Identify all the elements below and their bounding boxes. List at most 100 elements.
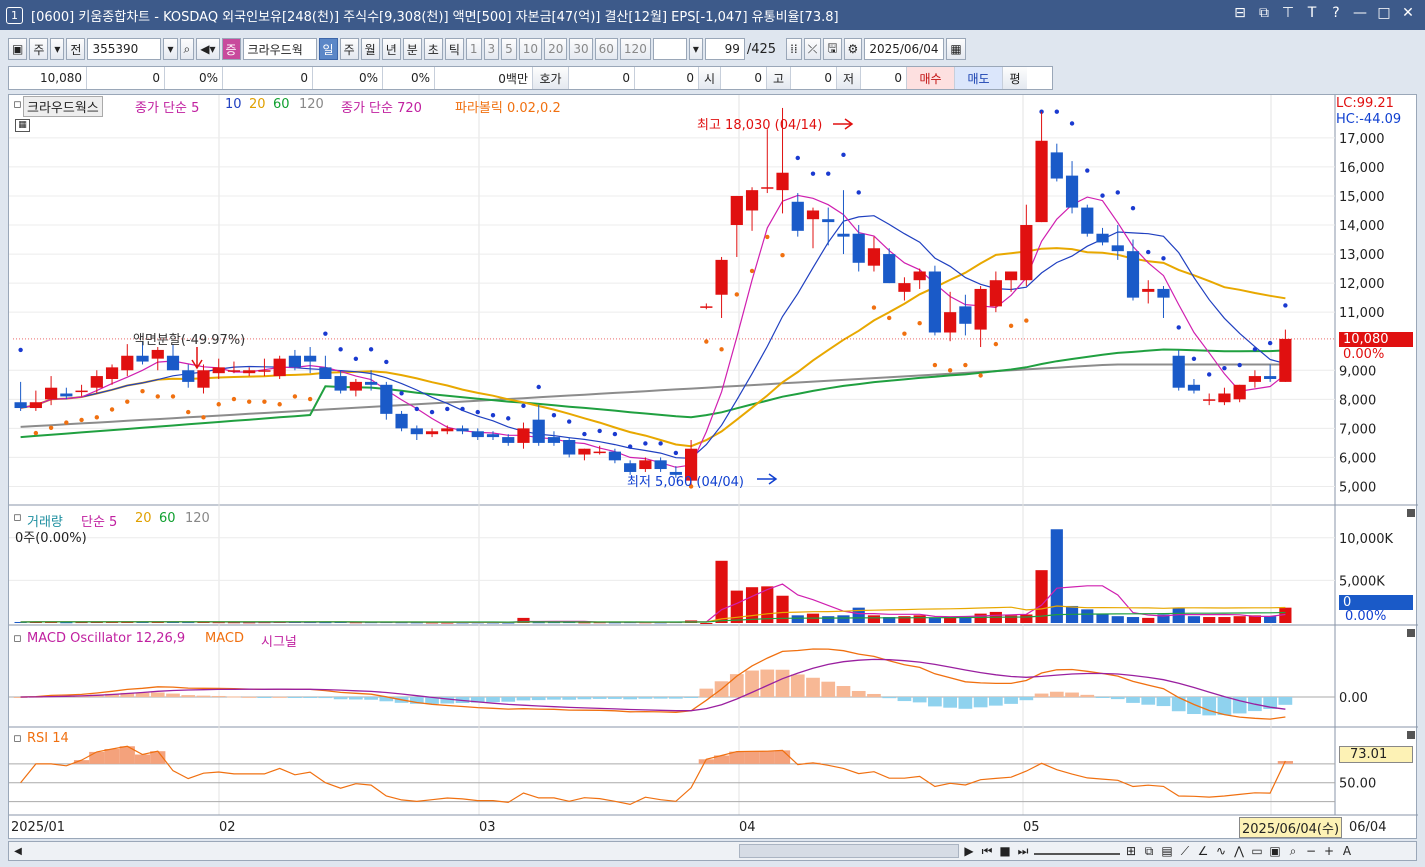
- candle-body-21: [334, 376, 347, 391]
- tile-icon[interactable]: ⧉: [1255, 5, 1273, 21]
- interval-10[interactable]: 10: [518, 38, 543, 60]
- legend-stock-name[interactable]: 크라우드웍스: [23, 96, 103, 117]
- candle-body-16: [258, 370, 271, 372]
- interval-3[interactable]: 3: [483, 38, 500, 60]
- period-minute[interactable]: 분: [402, 38, 422, 60]
- save-icon[interactable]: 🖫: [823, 38, 842, 60]
- plus-icon[interactable]: +: [1322, 844, 1336, 858]
- volume-legend-ma20[interactable]: 20: [135, 511, 152, 526]
- legend-ma120[interactable]: 120: [299, 97, 324, 112]
- volume-legend-ma120[interactable]: 120: [185, 511, 210, 526]
- period-year[interactable]: 년: [381, 38, 401, 60]
- minus-icon[interactable]: −: [1304, 844, 1318, 858]
- legend-sar[interactable]: 파라볼릭 0.02,0.2: [455, 97, 561, 116]
- interval-60[interactable]: 60: [594, 38, 618, 60]
- stock-name-field[interactable]: 크라우드웍: [242, 38, 317, 60]
- window-split-icon[interactable]: ⧉: [1142, 844, 1156, 859]
- layout-split-icon[interactable]: ⊞: [1124, 844, 1138, 858]
- scroll-thumb[interactable]: [739, 844, 959, 858]
- flat-button[interactable]: 평: [1003, 67, 1027, 89]
- period-week[interactable]: 주: [339, 38, 359, 60]
- volume-legend-ma60[interactable]: 60: [159, 511, 176, 526]
- period-second[interactable]: 초: [423, 38, 443, 60]
- candle-body-69: [1065, 175, 1079, 208]
- macd-legend-macd[interactable]: MACD: [205, 631, 244, 646]
- legend-ma10[interactable]: 10: [225, 97, 242, 112]
- rsi-overbought-fill-6: [104, 748, 120, 764]
- wave-icon[interactable]: ∿: [1214, 844, 1228, 858]
- chart-area[interactable]: 17,000 16,000 15,000 14,000 13,000 12,000 11,0…: [8, 94, 1418, 840]
- all-button[interactable]: 전: [66, 38, 86, 60]
- calendar-icon[interactable]: ▦: [946, 38, 966, 60]
- interval-custom-input[interactable]: [652, 38, 687, 60]
- stop-icon[interactable]: ■: [998, 844, 1012, 858]
- macd-osc-bar-8: [135, 692, 150, 697]
- candle-body-68: [1050, 152, 1063, 179]
- close-icon[interactable]: ✕: [1399, 5, 1417, 21]
- settings-icon[interactable]: ⚙: [843, 38, 863, 60]
- quote-high-label: 고: [767, 67, 791, 89]
- sound-icon[interactable]: ◀▾: [196, 38, 220, 60]
- macd-signal-line: [20, 658, 1286, 712]
- chart-scrollbar[interactable]: ◀ ▶ ⏮ ■ ⏭ ⊞ ⧉ ▤ ⟋ ∠ ∿ ⋀ ▭ ▣ ⌕ − + A: [8, 841, 1417, 861]
- count-input[interactable]: 99: [704, 38, 745, 60]
- crosshair-icon[interactable]: ⤫: [803, 38, 822, 60]
- font-icon[interactable]: T: [1303, 5, 1321, 21]
- legend-ma20[interactable]: 20: [249, 97, 266, 112]
- maximize-icon[interactable]: □: [1375, 5, 1393, 21]
- type-select[interactable]: 주: [29, 38, 49, 60]
- type-dropdown-icon[interactable]: ▾: [50, 38, 65, 60]
- interval-dropdown-icon[interactable]: ▾: [688, 38, 703, 60]
- period-month[interactable]: 월: [360, 38, 380, 60]
- sell-button[interactable]: 매도: [955, 67, 1003, 89]
- interval-1[interactable]: 1: [465, 38, 482, 60]
- period-day[interactable]: 일: [318, 38, 338, 60]
- rsi-legend[interactable]: RSI 14: [27, 731, 69, 746]
- pin-icon[interactable]: ⊤: [1279, 5, 1297, 21]
- sar-dot-10: [170, 394, 176, 399]
- image-icon[interactable]: ▣: [1268, 844, 1282, 858]
- minimize-icon[interactable]: —: [1351, 5, 1369, 21]
- zoom-icon[interactable]: ⌕: [1286, 844, 1300, 859]
- trend-icon[interactable]: ⟋: [1178, 844, 1192, 859]
- interval-20[interactable]: 20: [544, 38, 568, 60]
- chart-svg[interactable]: 17,000 16,000 15,000 14,000 13,000 12,000 11,0…: [9, 95, 1418, 840]
- buy-button[interactable]: 매수: [907, 67, 955, 89]
- sar-dot-64: [993, 341, 999, 347]
- ruler-icon[interactable]: ▭: [1250, 844, 1264, 858]
- macd-osc-bar-65: [1004, 697, 1018, 704]
- volume-current-tag: 0: [1339, 595, 1413, 610]
- grid-icon[interactable]: ▤: [1160, 844, 1174, 858]
- interval-120[interactable]: 120: [619, 38, 651, 60]
- macd-osc-bar-13: [211, 695, 226, 697]
- window-title: [0600] 키움종합차트 - KOSDAQ 외국인보유[248(천)] 주식수…: [31, 9, 839, 25]
- interval-5[interactable]: 5: [501, 38, 517, 60]
- help-icon[interactable]: ?: [1327, 5, 1345, 21]
- text-icon[interactable]: A: [1340, 844, 1354, 858]
- sar-dot-75: [1161, 256, 1166, 261]
- fit-icon[interactable]: ⁞⁞: [786, 38, 802, 60]
- code-dropdown-icon[interactable]: ▾: [163, 38, 178, 60]
- period-tick[interactable]: 틱: [444, 38, 464, 60]
- date-input[interactable]: 2025/06/04: [864, 38, 945, 60]
- candle-body-35: [547, 437, 561, 443]
- code-input[interactable]: 355390: [87, 38, 162, 60]
- legend-ma60[interactable]: 60: [273, 97, 290, 112]
- interval-30[interactable]: 30: [569, 38, 593, 60]
- pattern-icon[interactable]: ⋀: [1232, 844, 1246, 858]
- first-icon[interactable]: ⏮: [980, 844, 994, 859]
- macd-legend-osc[interactable]: MACD Oscillator 12,26,9: [27, 631, 185, 646]
- table-icon[interactable]: ▦: [15, 119, 30, 132]
- legend-ma[interactable]: 종가 단순 5: [135, 97, 199, 116]
- fan-icon[interactable]: ∠: [1196, 844, 1210, 858]
- macd-legend-signal[interactable]: 시그널: [261, 631, 297, 650]
- layout-icon[interactable]: ⊟: [1231, 5, 1249, 21]
- zoom-slider-icon[interactable]: [1034, 847, 1120, 855]
- scroll-left-icon[interactable]: ◀: [9, 842, 27, 860]
- last-icon[interactable]: ⏭: [1016, 844, 1030, 859]
- play-icon[interactable]: ▶: [962, 844, 976, 858]
- quote-volume: 0: [223, 67, 313, 89]
- search-icon[interactable]: ⌕: [179, 38, 195, 60]
- panel-toggle-icon[interactable]: ▣: [8, 38, 28, 60]
- legend-ma720[interactable]: 종가 단순 720: [341, 97, 422, 116]
